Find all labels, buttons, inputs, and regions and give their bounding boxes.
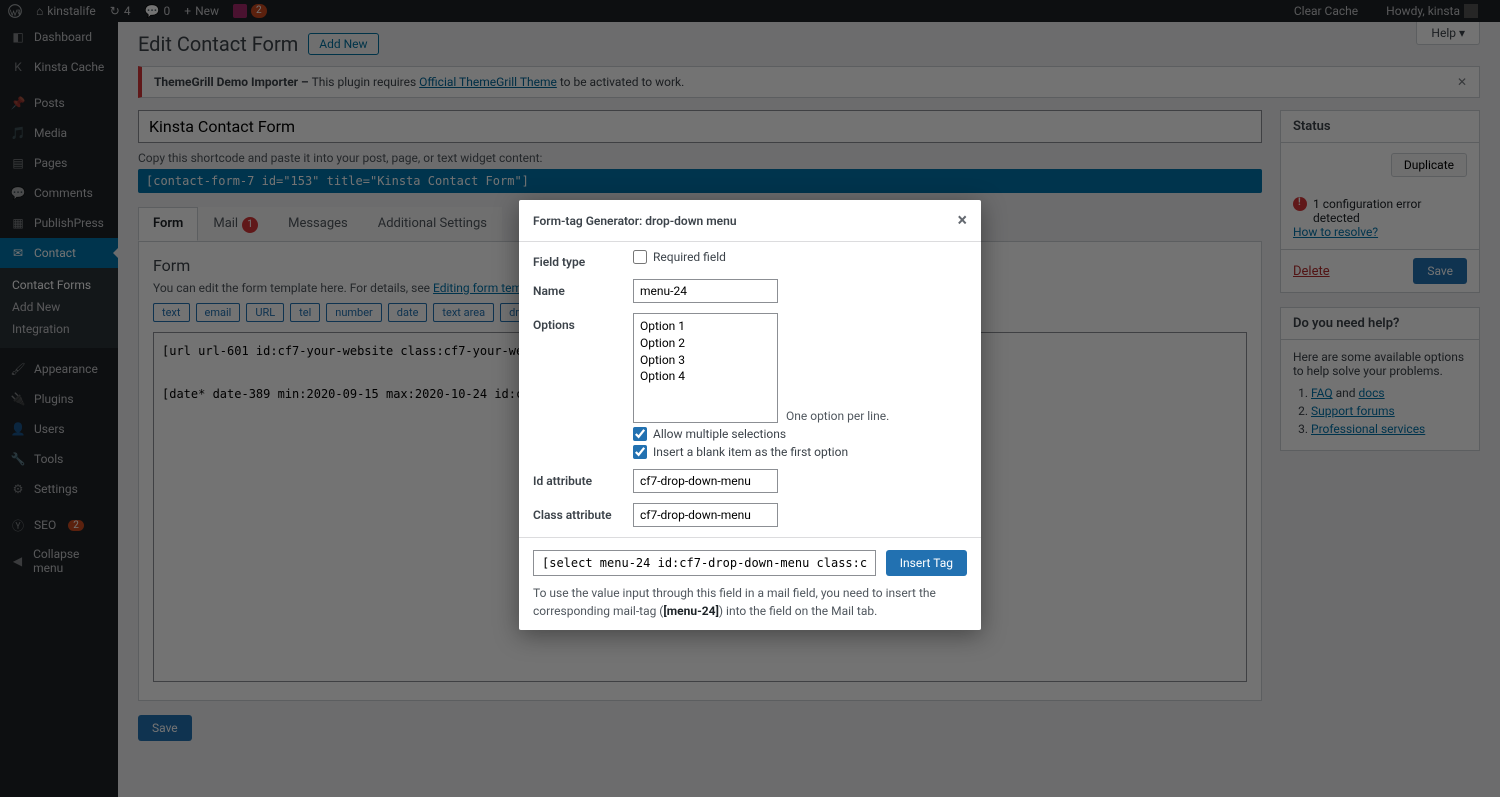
class-label: Class attribute bbox=[533, 503, 633, 522]
generated-tag-input[interactable] bbox=[533, 550, 876, 576]
field-type-label: Field type bbox=[533, 250, 633, 269]
insert-tag-button[interactable]: Insert Tag bbox=[886, 550, 967, 576]
required-checkbox[interactable] bbox=[633, 250, 647, 264]
name-label: Name bbox=[533, 279, 633, 298]
allow-multi-checkbox[interactable] bbox=[633, 427, 647, 441]
insert-blank-checkbox[interactable] bbox=[633, 445, 647, 459]
modal-title: Form-tag Generator: drop-down menu bbox=[533, 214, 737, 228]
id-input[interactable] bbox=[633, 469, 778, 493]
form-tag-modal: Form-tag Generator: drop-down menu × Fie… bbox=[519, 200, 981, 630]
options-label: Options bbox=[533, 313, 633, 332]
close-icon[interactable]: × bbox=[957, 210, 967, 231]
insert-blank-label: Insert a blank item as the first option bbox=[653, 445, 848, 459]
id-label: Id attribute bbox=[533, 469, 633, 488]
modal-overlay[interactable]: Form-tag Generator: drop-down menu × Fie… bbox=[0, 0, 1500, 797]
name-input[interactable] bbox=[633, 279, 778, 303]
required-label: Required field bbox=[653, 250, 726, 264]
options-textarea[interactable] bbox=[633, 313, 778, 423]
class-input[interactable] bbox=[633, 503, 778, 527]
allow-multi-label: Allow multiple selections bbox=[653, 427, 786, 441]
modal-note: To use the value input through this fiel… bbox=[533, 584, 967, 620]
options-hint: One option per line. bbox=[786, 409, 889, 423]
